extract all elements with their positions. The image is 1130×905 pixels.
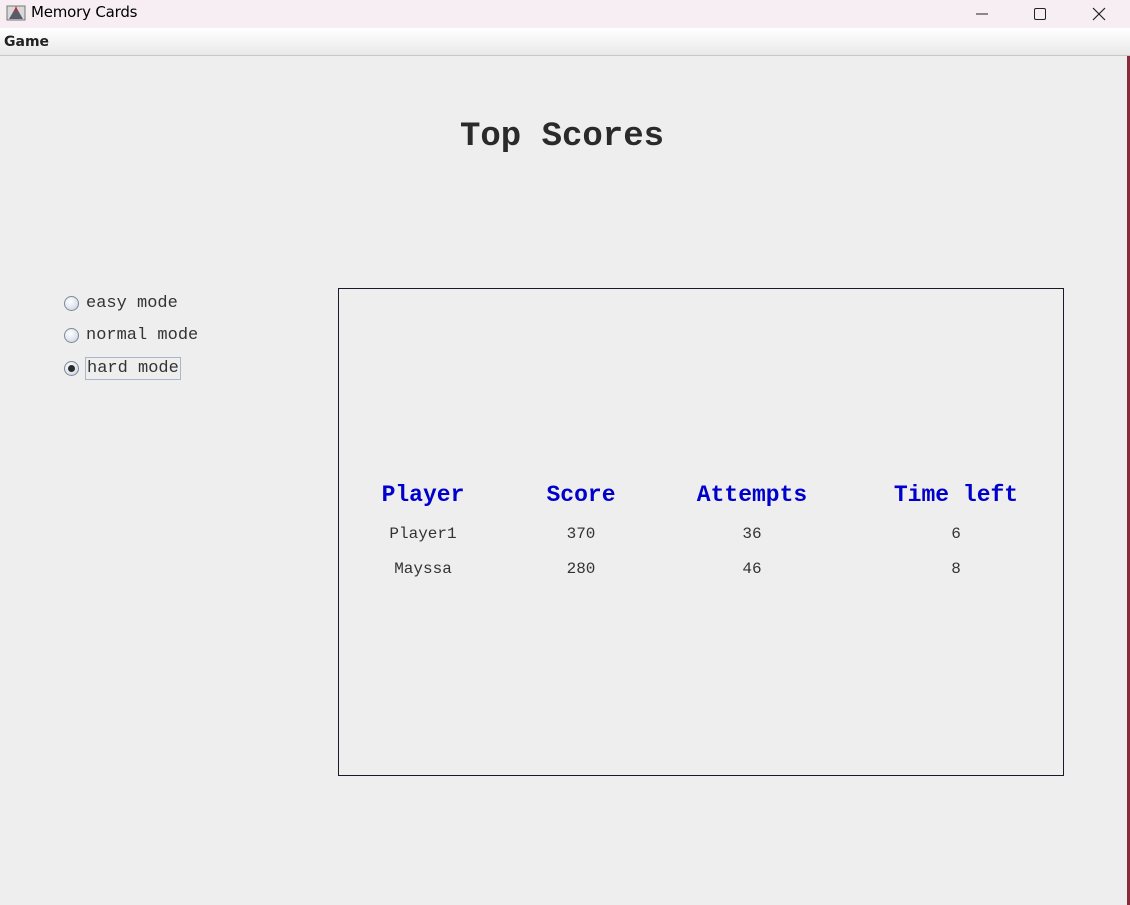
cell-attempts: 46 [742, 560, 762, 578]
radio-label: hard mode [85, 356, 181, 380]
cell-score: 280 [566, 560, 596, 578]
cell-player: Mayssa [394, 560, 452, 578]
cell-time-left: 8 [951, 560, 961, 578]
radio-label: normal mode [86, 325, 199, 345]
column-header-attempts: Attempts [696, 482, 808, 508]
minimize-icon [976, 13, 988, 15]
page-title: Top Scores [459, 118, 665, 156]
radio-label: easy mode [86, 293, 178, 313]
menu-bar: Game [0, 28, 1130, 56]
window-titlebar: Memory Cards [0, 0, 1130, 28]
cell-score: 370 [566, 525, 596, 543]
java-app-icon [6, 5, 26, 21]
window-title: Memory Cards [31, 3, 138, 21]
column-header-time-left: Time left [893, 482, 1019, 508]
cell-attempts: 36 [742, 525, 762, 543]
close-icon [1092, 7, 1106, 21]
menu-game[interactable]: Game [4, 34, 49, 50]
cell-player: Player1 [389, 525, 457, 543]
close-button[interactable] [1070, 0, 1128, 28]
minimize-button[interactable] [953, 0, 1011, 28]
maximize-icon [1034, 8, 1046, 20]
radio-hard-mode[interactable]: hard mode [64, 356, 181, 380]
radio-button[interactable] [64, 360, 79, 376]
radio-easy-mode[interactable]: easy mode [64, 291, 179, 315]
column-header-player: Player [381, 482, 465, 508]
maximize-button[interactable] [1011, 0, 1069, 28]
radio-button[interactable] [64, 327, 79, 343]
radio-button[interactable] [64, 295, 79, 311]
radio-normal-mode[interactable]: normal mode [64, 323, 199, 347]
column-header-score: Score [546, 482, 616, 508]
cell-time-left: 6 [951, 525, 961, 543]
